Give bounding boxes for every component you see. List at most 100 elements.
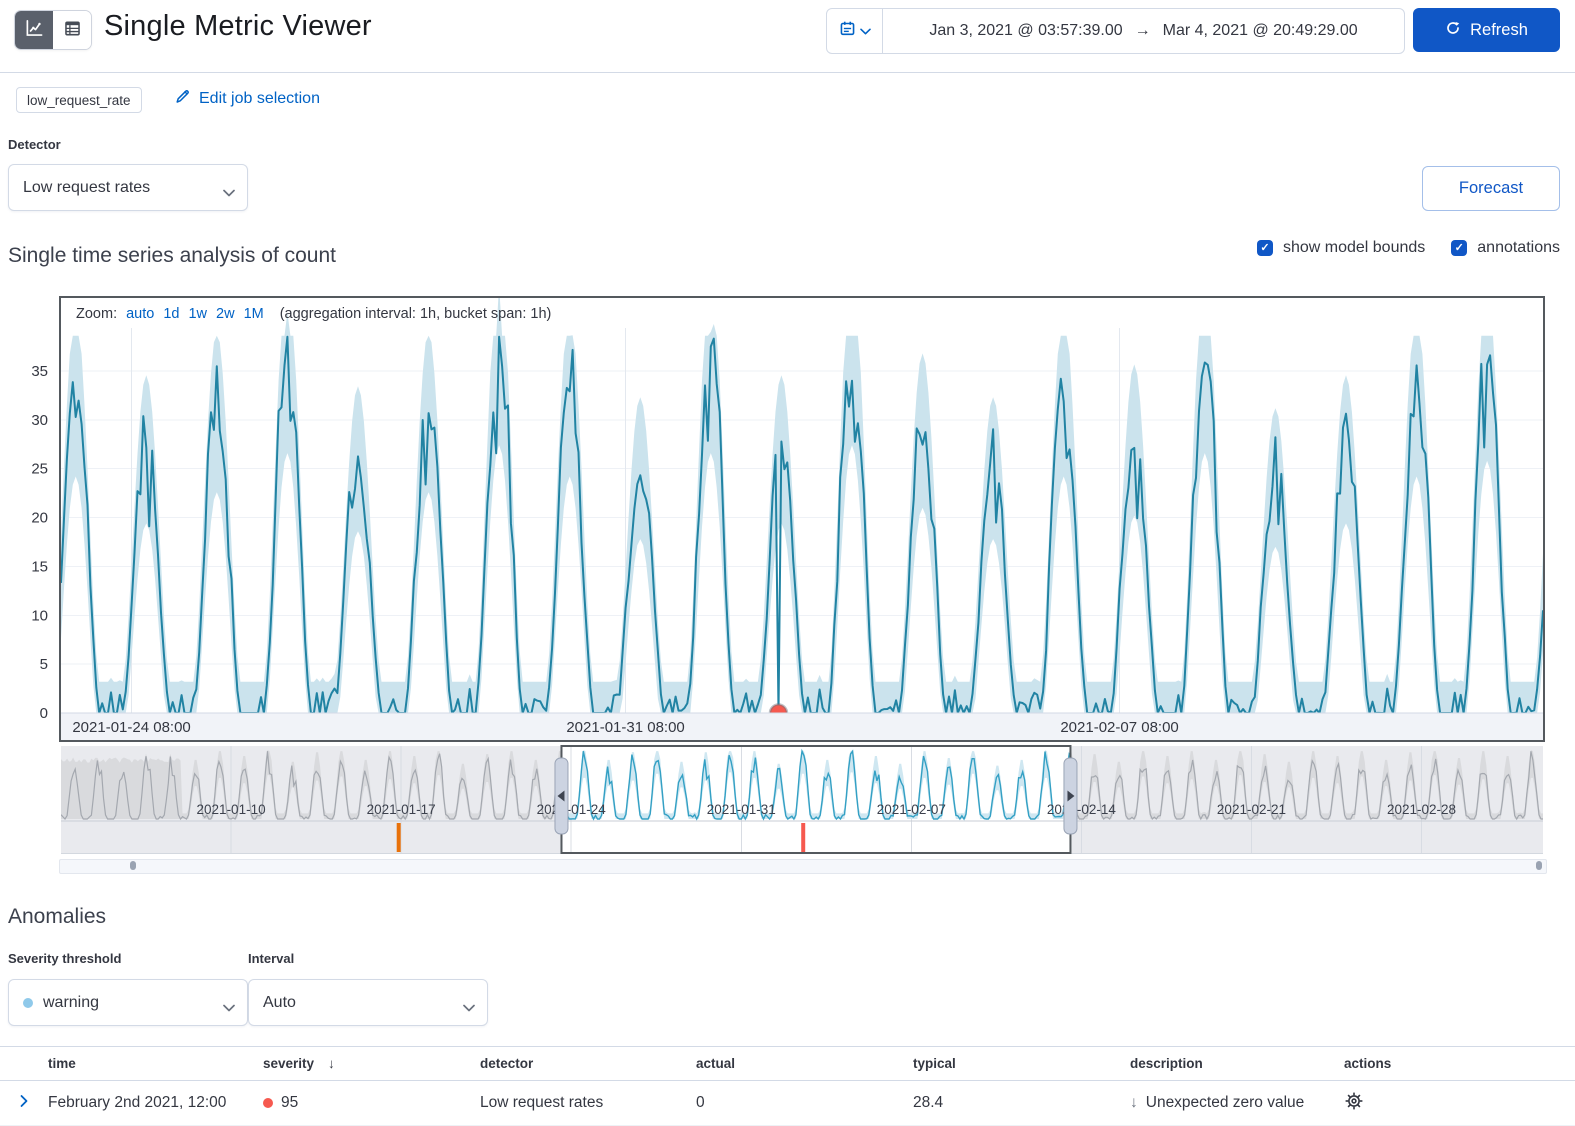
zoom-option-1M[interactable]: 1M: [244, 306, 264, 322]
context-navigator-chart[interactable]: 2021-01-10 2021-01-17 2021-01-24 2021-01-31…: [20, 745, 1550, 858]
anomaly-description-text: Unexpected zero value: [1146, 1094, 1305, 1112]
svg-text:25: 25: [31, 461, 48, 478]
time-range-end[interactable]: Mar 4, 2021 @ 20:49:29.00: [1163, 22, 1358, 40]
zoom-label: Zoom:: [76, 306, 117, 322]
view-toggle[interactable]: [14, 10, 92, 50]
edit-job-selection-link[interactable]: Edit job selection: [174, 88, 320, 110]
chart-zoom-toolbar: Zoom: auto 1d 1w 2w 1M (aggregation inte…: [63, 299, 1554, 328]
chevron-down-icon: [223, 999, 235, 1017]
col-time[interactable]: time: [48, 1056, 263, 1071]
sort-descending-icon: ↓: [328, 1056, 335, 1071]
svg-text:2021-01-10: 2021-01-10: [197, 802, 266, 817]
refresh-icon: [1445, 20, 1461, 41]
time-range-start[interactable]: Jan 3, 2021 @ 03:57:39.00: [929, 22, 1122, 40]
chevron-down-icon: [223, 184, 235, 202]
chevron-down-icon: [860, 22, 871, 40]
anomalies-section-title: Anomalies: [8, 905, 106, 929]
line-chart-icon: [25, 19, 44, 41]
interval-select[interactable]: Auto: [248, 979, 488, 1026]
col-description: description: [1130, 1056, 1344, 1071]
time-range-picker[interactable]: Jan 3, 2021 @ 03:57:39.00 → Mar 4, 2021 …: [826, 8, 1405, 54]
pencil-icon: [174, 88, 191, 110]
severity-selected-value: warning: [43, 994, 99, 1012]
job-badge[interactable]: low_request_rate: [16, 87, 142, 113]
annotations-label: annotations: [1477, 239, 1560, 257]
svg-text:35: 35: [31, 363, 48, 380]
svg-text:30: 30: [31, 412, 48, 429]
col-detector[interactable]: detector: [480, 1056, 696, 1071]
col-actions: actions: [1344, 1056, 1575, 1071]
series-section-title: Single time series analysis of count: [8, 244, 336, 268]
row-actions-gear-icon[interactable]: [1344, 1098, 1364, 1115]
anomaly-severity-score: 95: [281, 1094, 298, 1112]
zoom-option-1d[interactable]: 1d: [163, 306, 179, 322]
time-range-scrollbar[interactable]: [59, 859, 1547, 874]
col-typical[interactable]: typical: [913, 1056, 1130, 1071]
svg-text:2021-01-24 08:00: 2021-01-24 08:00: [72, 719, 190, 736]
main-time-series-chart[interactable]: 2021-01-24 08:002021-01-31 08:002021-02-…: [20, 296, 1550, 745]
svg-text:15: 15: [31, 558, 48, 575]
single-metric-viewer-page: Single Metric Viewer Jan 3, 2021 @ 03:57…: [0, 0, 1575, 1126]
svg-text:2021-02-28: 2021-02-28: [1387, 802, 1456, 817]
annotations-checkbox[interactable]: ✓ annotations: [1451, 239, 1560, 257]
detector-selected-value: Low request rates: [23, 179, 150, 197]
svg-text:2021-02-21: 2021-02-21: [1217, 802, 1286, 817]
time-series-chart-area: Zoom: auto 1d 1w 2w 1M (aggregation inte…: [20, 296, 1550, 876]
scrollbar-left-thumb[interactable]: [130, 861, 136, 870]
table-icon: [63, 19, 82, 41]
single-metric-viewer-toggle-button[interactable]: [15, 11, 53, 49]
severity-threshold-label: Severity threshold: [8, 951, 121, 966]
anomalies-table-header: time severity ↓ detector actual typical …: [0, 1046, 1575, 1081]
svg-text:2021-01-17: 2021-01-17: [367, 802, 436, 817]
refresh-label: Refresh: [1470, 21, 1528, 40]
svg-text:0: 0: [40, 705, 48, 722]
anomaly-typical-cell: 28.4: [913, 1094, 1130, 1112]
col-actual[interactable]: actual: [696, 1056, 913, 1071]
critical-severity-dot-icon: [263, 1098, 273, 1108]
checkbox-checked-icon[interactable]: ✓: [1451, 240, 1467, 256]
calendar-icon: [839, 20, 856, 42]
col-severity-label: severity: [263, 1056, 314, 1071]
detector-select[interactable]: Low request rates: [8, 164, 248, 211]
svg-text:2021-01-24: 2021-01-24: [537, 802, 607, 817]
detector-label: Detector: [8, 137, 61, 152]
col-severity[interactable]: severity ↓: [263, 1056, 480, 1071]
zoom-option-2w[interactable]: 2w: [216, 306, 235, 322]
svg-text:20: 20: [31, 510, 48, 527]
edit-job-selection-label[interactable]: Edit job selection: [199, 90, 320, 108]
zoom-option-auto[interactable]: auto: [126, 306, 154, 322]
anomaly-severity-cell: 95: [263, 1094, 480, 1112]
anomaly-detector-cell: Low request rates: [480, 1094, 696, 1112]
svg-text:10: 10: [31, 607, 48, 624]
anomaly-table-row[interactable]: February 2nd 2021, 12:00 95 Low request …: [0, 1081, 1575, 1126]
chevron-down-icon: [463, 999, 475, 1017]
warning-severity-dot-icon: [23, 998, 33, 1008]
interval-label: Interval: [248, 951, 294, 966]
aggregation-note: (aggregation interval: 1h, bucket span: …: [280, 306, 552, 322]
anomaly-actual-cell: 0: [696, 1094, 913, 1112]
scrollbar-right-thumb[interactable]: [1536, 861, 1542, 870]
checkbox-checked-icon[interactable]: ✓: [1257, 240, 1273, 256]
zoom-option-1w[interactable]: 1w: [188, 306, 207, 322]
row-expand-chevron-icon[interactable]: [16, 1093, 32, 1114]
severity-threshold-select[interactable]: warning: [8, 979, 248, 1026]
svg-text:2021-02-07: 2021-02-07: [877, 802, 946, 817]
show-model-bounds-checkbox[interactable]: ✓ show model bounds: [1257, 239, 1425, 257]
time-range-display[interactable]: Jan 3, 2021 @ 03:57:39.00 → Mar 4, 2021 …: [883, 9, 1404, 53]
anomaly-time-cell: February 2nd 2021, 12:00: [48, 1094, 263, 1112]
anomalies-table: time severity ↓ detector actual typical …: [0, 1046, 1575, 1126]
forecast-button[interactable]: Forecast: [1422, 166, 1560, 211]
svg-text:2021-02-14: 2021-02-14: [1047, 802, 1117, 817]
anomaly-description-cell: ↓ Unexpected zero value: [1130, 1094, 1344, 1112]
calendar-menu-button[interactable]: [827, 9, 883, 53]
arrow-right-icon: →: [1135, 22, 1151, 40]
svg-text:2021-01-31: 2021-01-31: [707, 802, 776, 817]
svg-text:2021-02-07 08:00: 2021-02-07 08:00: [1060, 719, 1178, 736]
show-model-bounds-label: show model bounds: [1283, 239, 1425, 257]
page-title: Single Metric Viewer: [104, 10, 372, 43]
anomaly-explorer-toggle-button[interactable]: [53, 11, 91, 49]
refresh-button[interactable]: Refresh: [1413, 8, 1560, 52]
chart-option-checkboxes: ✓ show model bounds ✓ annotations: [1257, 239, 1560, 257]
interval-selected-value: Auto: [263, 994, 296, 1012]
svg-text:5: 5: [40, 656, 48, 673]
